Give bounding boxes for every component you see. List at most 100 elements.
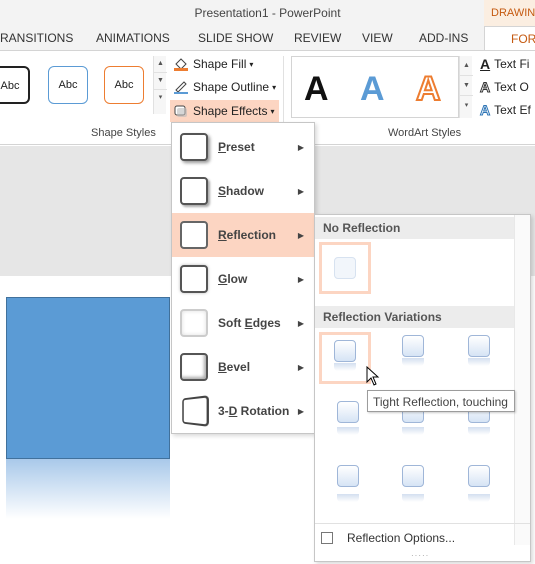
reflection-thumb bbox=[402, 335, 424, 357]
reflection-variation[interactable] bbox=[387, 465, 439, 517]
reflection-variations-header: Reflection Variations bbox=[315, 306, 515, 328]
shape-styles-group-label: Shape Styles bbox=[91, 127, 156, 139]
text-effects-label: Text Ef bbox=[494, 103, 531, 117]
shadow-icon bbox=[180, 177, 208, 205]
menu-item-label: Reflection bbox=[218, 228, 277, 242]
soft-edges-icon bbox=[180, 309, 208, 337]
wordart-styles-group-label: WordArt Styles bbox=[388, 127, 462, 139]
tab-review[interactable]: REVIEW bbox=[294, 31, 341, 45]
reflection-options-label: Reflection Options... bbox=[347, 531, 456, 545]
tab-slide-show[interactable]: SLIDE SHOW bbox=[198, 31, 273, 45]
menu-item-label: Soft Edges bbox=[218, 316, 281, 330]
shape-fill-label: Shape Fill bbox=[193, 57, 247, 71]
text-effects-icon: A bbox=[479, 102, 491, 119]
gallery-up-icon[interactable]: ▲ bbox=[460, 56, 473, 76]
no-reflection-option[interactable] bbox=[319, 242, 371, 294]
tab-animations[interactable]: ANIMATIONS bbox=[96, 31, 170, 45]
shape-effects-button[interactable]: Shape Effects ▾ bbox=[170, 100, 279, 122]
wordart-gallery-scroll: ▲ ▼ ▾ bbox=[459, 56, 473, 118]
text-fill-label: Text Fi bbox=[494, 57, 530, 71]
reflection-thumb-mirror bbox=[468, 427, 490, 435]
reflection-submenu: No Reflection Reflection Variations Refl… bbox=[314, 214, 531, 562]
tooltip: Tight Reflection, touching bbox=[367, 390, 515, 412]
gallery-up-icon[interactable]: ▲ bbox=[154, 56, 167, 73]
reflection-thumb-mirror bbox=[402, 427, 424, 435]
reflection-thumb bbox=[337, 401, 359, 423]
glow-icon bbox=[180, 265, 208, 293]
reflection-thumb bbox=[337, 465, 359, 487]
shape-effects-menu: Preset ▶ Shadow ▶ Reflection ▶ Glow ▶ So… bbox=[171, 122, 315, 434]
submenu-arrow-icon: ▶ bbox=[297, 362, 304, 372]
reflection-options-item[interactable]: Reflection Options... bbox=[321, 531, 455, 545]
menu-item-glow[interactable]: Glow ▶ bbox=[172, 257, 314, 301]
shape-fill-button[interactable]: Shape Fill ▾ bbox=[173, 54, 253, 74]
reflection-thumb-mirror bbox=[402, 358, 424, 366]
reflection-thumb bbox=[402, 465, 424, 487]
submenu-divider bbox=[315, 523, 530, 524]
reflection-variation[interactable] bbox=[453, 335, 505, 387]
wordart-sample-orange[interactable]: A bbox=[415, 69, 442, 109]
shape-effects-icon bbox=[174, 105, 187, 117]
tab-view[interactable]: VIEW bbox=[362, 31, 393, 45]
reflection-thumb-mirror bbox=[337, 494, 359, 502]
shape-styles-gallery-scroll: ▲ ▼ ▾ bbox=[153, 56, 167, 114]
submenu-arrow-icon: ▶ bbox=[297, 318, 304, 328]
preset-icon bbox=[180, 133, 208, 161]
text-outline-button[interactable]: A Text O bbox=[479, 77, 528, 97]
menu-item-label: Preset bbox=[218, 140, 255, 154]
reflection-thumb bbox=[334, 340, 356, 362]
tab-add-ins[interactable]: ADD-INS bbox=[419, 31, 468, 45]
text-fill-button[interactable]: A Text Fi bbox=[480, 54, 529, 74]
gallery-down-icon[interactable]: ▼ bbox=[460, 76, 473, 96]
menu-item-label: Bevel bbox=[218, 360, 251, 374]
pencil-icon bbox=[174, 81, 188, 94]
gallery-down-icon[interactable]: ▼ bbox=[154, 73, 167, 90]
submenu-arrow-icon: ▶ bbox=[297, 274, 304, 284]
menu-item-soft-edges[interactable]: Soft Edges ▶ bbox=[172, 301, 314, 345]
menu-item-preset[interactable]: Preset ▶ bbox=[172, 125, 314, 169]
reflection-thumb-mirror bbox=[468, 494, 490, 502]
paint-bucket-icon bbox=[174, 58, 188, 71]
reflection-variation[interactable] bbox=[453, 465, 505, 517]
dropdown-arrow-icon: ▾ bbox=[270, 106, 275, 116]
3d-rotation-icon bbox=[182, 395, 209, 427]
shape-outline-label: Shape Outline bbox=[193, 80, 270, 94]
mouse-cursor-icon bbox=[366, 366, 380, 386]
reflection-variation[interactable] bbox=[322, 465, 374, 517]
gallery-more-icon[interactable]: ▾ bbox=[460, 96, 473, 116]
tab-transitions[interactable]: RANSITIONS bbox=[0, 31, 73, 45]
shape-effects-label: Shape Effects bbox=[193, 104, 268, 118]
shape-outline-button[interactable]: Shape Outline ▾ bbox=[173, 77, 276, 97]
reflection-thumb-mirror bbox=[402, 494, 424, 502]
submenu-arrow-icon: ▶ bbox=[297, 406, 304, 416]
menu-item-reflection[interactable]: Reflection ▶ bbox=[172, 213, 314, 257]
reflection-variation-tight-touching[interactable] bbox=[319, 332, 371, 384]
reflection-thumb bbox=[468, 335, 490, 357]
text-effects-button[interactable]: A Text Ef bbox=[479, 100, 531, 120]
menu-item-label: 3-D Rotation bbox=[218, 404, 290, 418]
text-fill-icon: A bbox=[480, 56, 491, 72]
resize-grip-icon[interactable]: ····· bbox=[411, 551, 429, 560]
shape-style-sample-3[interactable]: Abc bbox=[104, 66, 144, 104]
wordart-sample-black[interactable]: A bbox=[304, 70, 329, 109]
shape-style-sample-2[interactable]: Abc bbox=[48, 66, 88, 104]
menu-item-shadow[interactable]: Shadow ▶ bbox=[172, 169, 314, 213]
no-reflection-thumb bbox=[334, 257, 356, 279]
tab-format[interactable]: FORM bbox=[484, 26, 535, 51]
submenu-arrow-icon: ▶ bbox=[297, 142, 304, 152]
submenu-scrollbar[interactable] bbox=[514, 215, 530, 545]
text-outline-icon: A bbox=[479, 79, 491, 96]
reflection-variation[interactable] bbox=[387, 335, 439, 387]
wordart-sample-blue[interactable]: A bbox=[360, 70, 385, 109]
reflection-thumb-mirror bbox=[334, 363, 356, 371]
gallery-more-icon[interactable]: ▾ bbox=[154, 90, 167, 107]
selected-rectangle-shape[interactable] bbox=[6, 297, 170, 459]
reflection-icon bbox=[180, 221, 208, 249]
menu-item-3d-rotation[interactable]: 3-D Rotation ▶ bbox=[172, 389, 314, 433]
menu-item-label: Glow bbox=[218, 272, 248, 286]
shape-style-sample-1[interactable]: Abc bbox=[0, 66, 30, 104]
menu-item-label: Shadow bbox=[218, 184, 265, 198]
drawing-tools-context-tab: DRAWIN bbox=[484, 0, 535, 26]
menu-item-bevel[interactable]: Bevel ▶ bbox=[172, 345, 314, 389]
window-title: Presentation1 - PowerPoint bbox=[194, 6, 341, 20]
